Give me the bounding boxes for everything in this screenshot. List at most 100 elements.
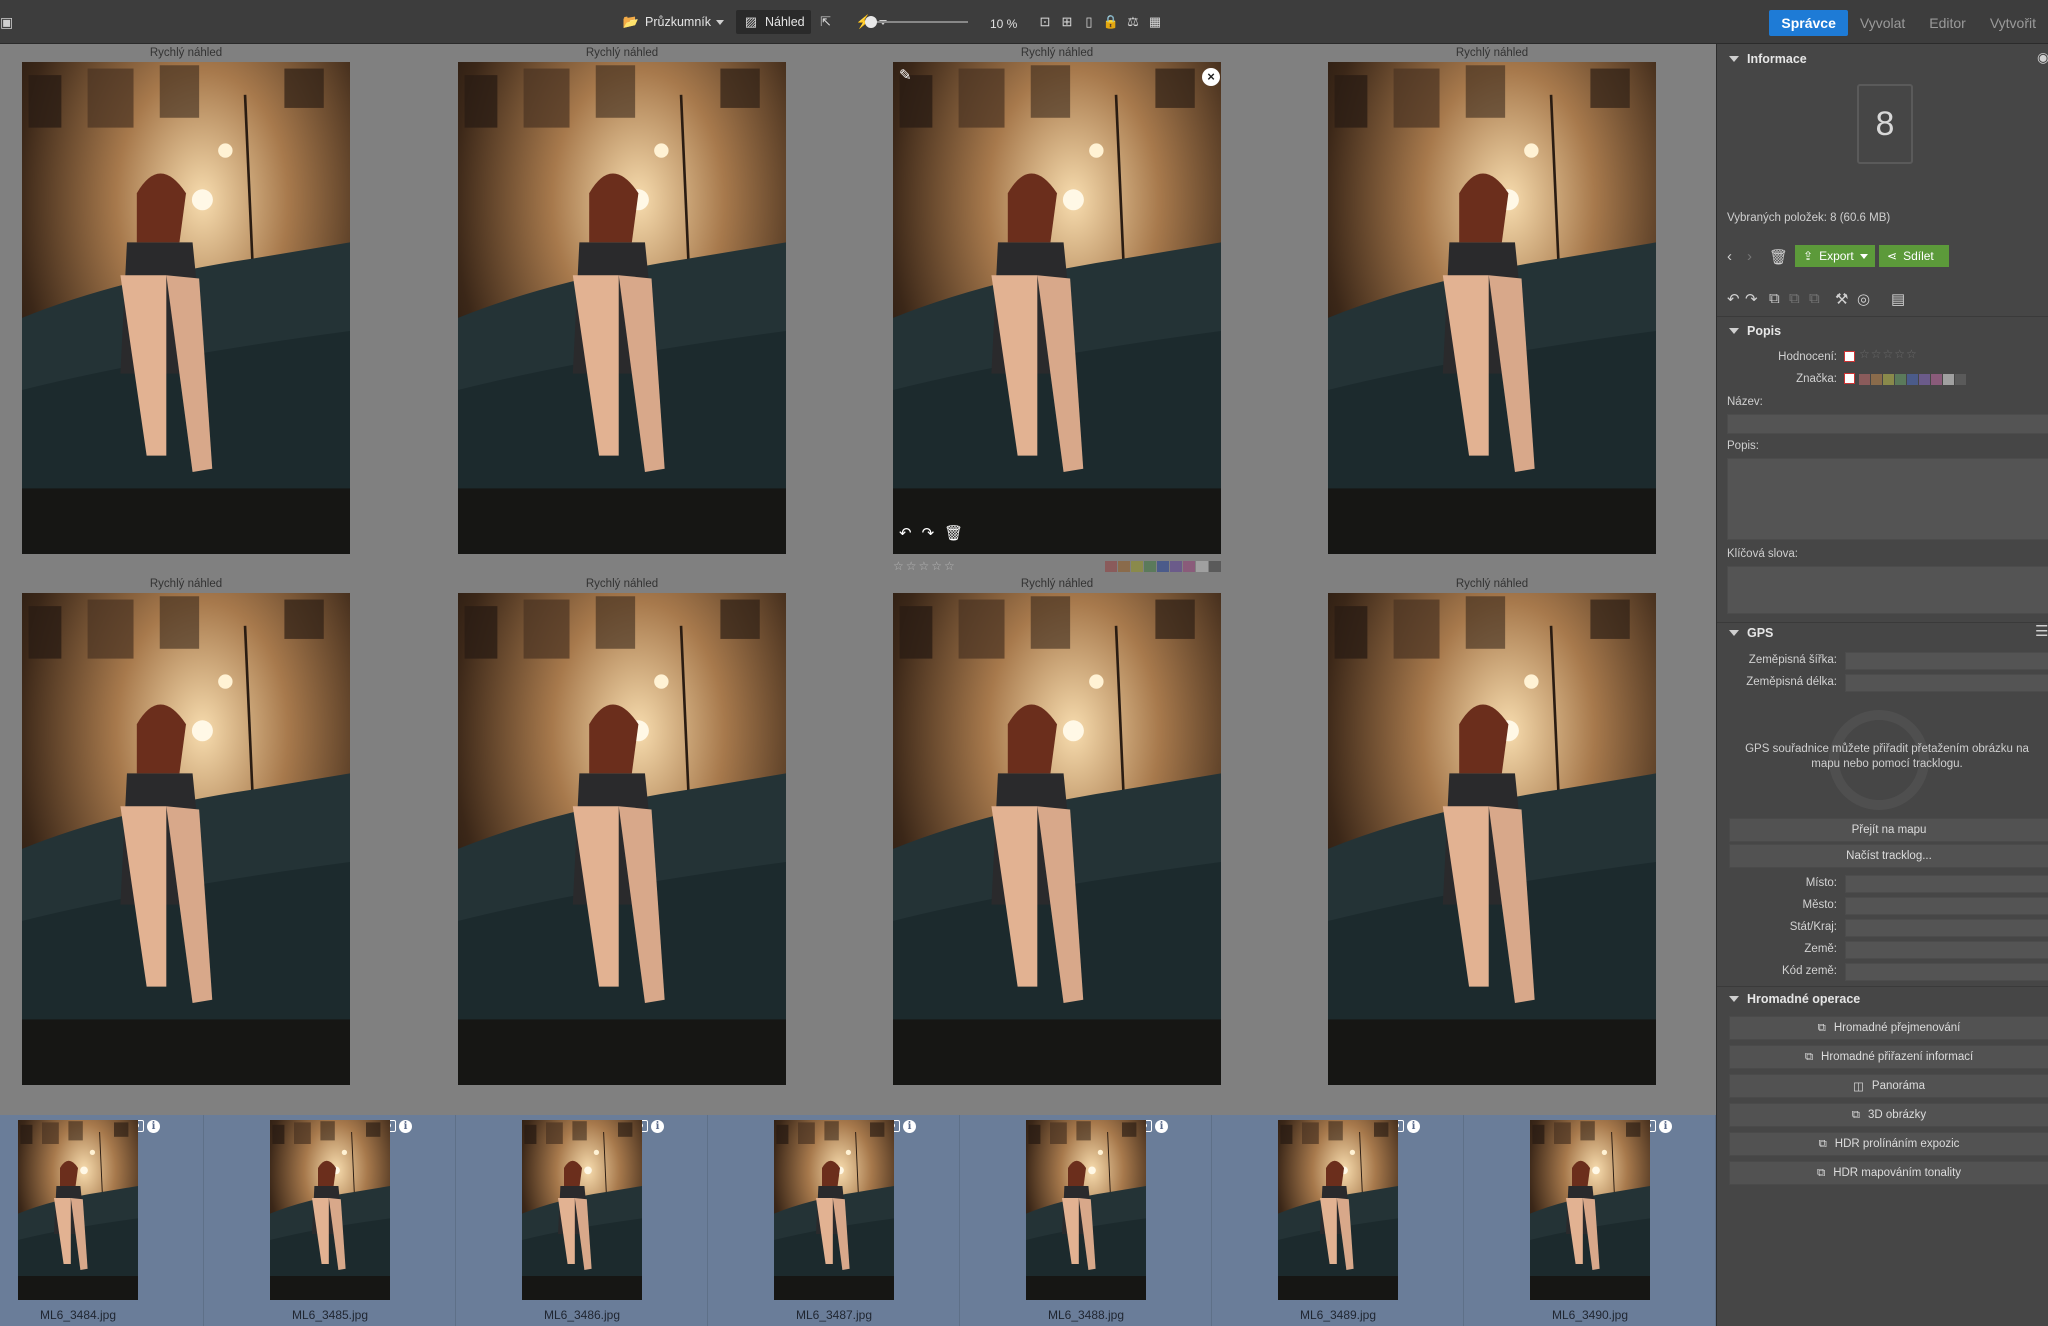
add-folder-icon[interactable]: ▣: [0, 14, 16, 30]
go-to-map-button[interactable]: Přejít na mapu: [1729, 818, 2048, 842]
filmstrip-item[interactable]: i ML6_3486.jpg: [456, 1115, 708, 1326]
filmstrip-thumbnail[interactable]: [774, 1120, 894, 1300]
filmstrip-thumbnail[interactable]: [522, 1120, 642, 1300]
copy-icon[interactable]: ⧉: [1769, 290, 1780, 307]
color-tag-swatch[interactable]: [1209, 560, 1221, 572]
color-tag-swatch[interactable]: [1157, 560, 1169, 572]
color-tag-swatch[interactable]: [1183, 560, 1195, 572]
no-rating-icon[interactable]: [1844, 351, 1855, 362]
rotate-right-icon[interactable]: ↷: [922, 524, 935, 542]
longitude-field[interactable]: [1845, 674, 2048, 692]
state-field[interactable]: [1845, 919, 2048, 937]
paste-icon[interactable]: ⧉: [1789, 290, 1800, 307]
color-tag-swatch[interactable]: [1895, 374, 1906, 385]
lock-icon[interactable]: 🔒: [1102, 13, 1120, 31]
hdr-blend-button[interactable]: ⧉ HDR prolínáním expozic: [1729, 1132, 2048, 1156]
color-tag-swatch[interactable]: [1883, 374, 1894, 385]
no-tag-icon[interactable]: [1844, 373, 1855, 384]
panorama-button[interactable]: ◫ Panoráma: [1729, 1074, 2048, 1098]
photo-thumbnail[interactable]: [1328, 593, 1656, 1085]
info-icon[interactable]: i: [903, 1120, 916, 1133]
color-tag-swatch[interactable]: [1931, 374, 1942, 385]
rating-stars[interactable]: ☆☆☆☆☆: [893, 559, 957, 573]
filmstrip-item[interactable]: i ML6_3488.jpg: [960, 1115, 1212, 1326]
description-field[interactable]: [1727, 458, 2048, 540]
filmstrip-thumbnail[interactable]: [1530, 1120, 1650, 1300]
slideshow-icon[interactable]: ▤: [1891, 290, 1905, 308]
compare-icon[interactable]: ⚖: [1124, 13, 1142, 31]
country-code-field[interactable]: [1845, 963, 2048, 981]
rating-stars[interactable]: ☆☆☆☆☆: [1859, 347, 1918, 361]
hdr-tonemap-button[interactable]: ⧉ HDR mapováním tonality: [1729, 1161, 2048, 1185]
color-tag-swatch[interactable]: [1871, 374, 1882, 385]
filmstrip-item[interactable]: i ML6_3484.jpg: [0, 1115, 204, 1326]
close-icon[interactable]: ×: [1202, 68, 1220, 86]
filmstrip-item[interactable]: i ML6_3487.jpg: [708, 1115, 960, 1326]
load-tracklog-button[interactable]: Načíst tracklog...: [1729, 844, 2048, 868]
info-icon[interactable]: i: [1659, 1120, 1672, 1133]
rotate-left-icon[interactable]: ↶: [1727, 290, 1740, 308]
info-icon[interactable]: i: [1155, 1120, 1168, 1133]
info-icon[interactable]: i: [651, 1120, 664, 1133]
info-icon[interactable]: i: [399, 1120, 412, 1133]
trash-icon[interactable]: 🗑: [1769, 248, 1788, 266]
pin-icon[interactable]: ✎: [899, 66, 912, 84]
info-icon[interactable]: i: [1407, 1120, 1420, 1133]
tab-create[interactable]: Vytvořit: [1978, 10, 2048, 36]
fit-icon[interactable]: ⊞: [1058, 13, 1076, 31]
zoom-slider-handle[interactable]: [865, 16, 877, 28]
gps-section-header[interactable]: GPS: [1729, 626, 1773, 640]
photo-thumbnail[interactable]: [22, 593, 350, 1085]
photo-thumbnail[interactable]: [1328, 62, 1656, 554]
export-button[interactable]: ⇪ Export: [1795, 245, 1875, 267]
filmstrip-item[interactable]: i ML6_3489.jpg: [1212, 1115, 1464, 1326]
settings-icon[interactable]: ◉: [2037, 49, 2048, 66]
color-tag-swatch[interactable]: [1196, 560, 1208, 572]
3d-images-button[interactable]: ⧉ 3D obrázky: [1729, 1103, 2048, 1127]
photo-thumbnail[interactable]: [893, 593, 1221, 1085]
color-tag-swatch[interactable]: [1105, 560, 1117, 572]
batch-info-button[interactable]: ⧉ Hromadné přiřazení informací: [1729, 1045, 2048, 1069]
filmstrip-item[interactable]: i ML6_3490.jpg: [1464, 1115, 1716, 1326]
previous-icon[interactable]: ‹: [1727, 248, 1732, 265]
tab-manager[interactable]: Správce: [1769, 10, 1848, 36]
color-tag-swatch[interactable]: [1118, 560, 1130, 572]
menu-icon[interactable]: ☰: [2035, 622, 2048, 640]
filmstrip-thumbnail[interactable]: [1026, 1120, 1146, 1300]
color-tag-swatch[interactable]: [1170, 560, 1182, 572]
color-tag-swatch[interactable]: [1943, 374, 1954, 385]
filmstrip-thumbnail[interactable]: [270, 1120, 390, 1300]
photo-thumbnail[interactable]: [22, 62, 350, 554]
city-field[interactable]: [1845, 897, 2048, 915]
rotate-left-icon[interactable]: ↶: [899, 524, 912, 542]
effects-icon[interactable]: ◎: [1857, 290, 1870, 308]
grid-layout-icon[interactable]: ▦: [1146, 13, 1164, 31]
filmstrip-thumbnail[interactable]: [1278, 1120, 1398, 1300]
description-section-header[interactable]: Popis: [1729, 324, 1781, 338]
filmstrip-thumbnail[interactable]: [18, 1120, 138, 1300]
place-field[interactable]: [1845, 875, 2048, 893]
color-tags[interactable]: [1105, 560, 1221, 572]
latitude-field[interactable]: [1845, 652, 2048, 670]
duplicate-icon[interactable]: ⧉: [1809, 290, 1820, 307]
country-field[interactable]: [1845, 941, 2048, 959]
info-section-header[interactable]: Informace: [1729, 52, 1807, 66]
share-button[interactable]: ⋖ Sdílet: [1879, 245, 1949, 267]
rotate-right-icon[interactable]: ↷: [1745, 290, 1758, 308]
photo-thumbnail[interactable]: [893, 62, 1221, 554]
color-tags[interactable]: [1859, 374, 1966, 385]
tools-icon[interactable]: ⚒: [1835, 290, 1848, 308]
color-tag-swatch[interactable]: [1131, 560, 1143, 572]
external-window-icon[interactable]: ⇱: [817, 13, 835, 31]
next-icon[interactable]: ›: [1747, 248, 1752, 265]
batch-rename-button[interactable]: ⧉ Hromadné přejmenování: [1729, 1016, 2048, 1040]
color-tag-swatch[interactable]: [1919, 374, 1930, 385]
preview-button[interactable]: ▨ Náhled: [736, 10, 811, 34]
photo-thumbnail[interactable]: [458, 593, 786, 1085]
name-field[interactable]: [1727, 414, 2048, 434]
photo-thumbnail[interactable]: [458, 62, 786, 554]
color-tag-swatch[interactable]: [1144, 560, 1156, 572]
color-tag-swatch[interactable]: [1955, 374, 1966, 385]
tab-editor[interactable]: Editor: [1917, 10, 1978, 36]
one-to-one-icon[interactable]: ⊡: [1036, 13, 1054, 31]
